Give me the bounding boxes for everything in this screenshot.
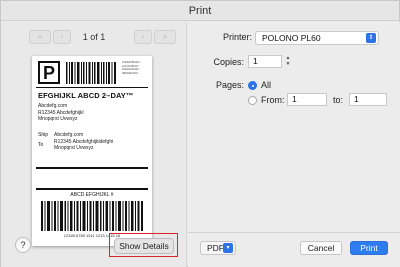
last-page-button[interactable]: » — [154, 30, 176, 44]
divider — [36, 188, 148, 190]
page-indicator: 1 of 1 — [82, 32, 106, 42]
cancel-button[interactable]: Cancel — [300, 241, 342, 255]
copies-field[interactable]: 1 — [248, 55, 282, 68]
preview-panel: « ‹ 1 of 1 › » P 1234567891011 121314151… — [1, 22, 187, 267]
pages-range-radio[interactable] — [248, 96, 257, 105]
to-address: Abcdefg.com R12345 Abcdefghijkldefghi Mn… — [54, 132, 114, 151]
print-dialog: Print « ‹ 1 of 1 › » P 1234567891011 121… — [0, 0, 400, 267]
ship-label: Ship — [38, 132, 49, 138]
double-chevron-left-icon: « — [37, 32, 43, 41]
divider — [36, 167, 148, 169]
from-address: Abcdefg.com R12345 Abcdefghijkl Mnopqrst… — [38, 103, 84, 122]
printer-label: Printer: — [222, 32, 252, 42]
chevron-updown-icon: ⇕ — [366, 33, 376, 43]
dialog-title: Print — [1, 1, 399, 21]
carrier-logo: P — [38, 61, 60, 84]
pdf-menu-button[interactable]: PDF ▾ — [200, 241, 236, 255]
show-details-button[interactable]: Show Details — [114, 238, 174, 254]
pages-label: Pages: — [215, 80, 244, 90]
printer-value: POLONO PL60 — [262, 33, 321, 43]
next-page-button[interactable]: › — [134, 30, 152, 44]
pages-to-label: to: — [333, 95, 344, 105]
copies-stepper[interactable]: ▲ ▼ — [284, 55, 292, 68]
stepper-down-icon: ▼ — [285, 61, 291, 67]
pdf-label: PDF — [207, 243, 224, 253]
chevron-down-icon: ▾ — [223, 243, 233, 253]
to-label: To — [38, 142, 44, 148]
pages-to-field[interactable]: 1 — [349, 93, 387, 106]
settings-panel: Printer: POLONO PL60 ⇕ Copies: 1 ▲ ▼ Pag… — [188, 22, 400, 267]
chevron-left-icon: ‹ — [60, 32, 64, 41]
label-header: P 1234567891011 121314151617 18192021222… — [36, 60, 148, 88]
pages-from-label: From: — [261, 95, 285, 105]
barcode-title: ABCD EFGHIJKL # — [70, 192, 114, 198]
header-barcode — [66, 62, 116, 84]
page-preview: P 1234567891011 121314151617 18192021222… — [32, 56, 152, 246]
print-button[interactable]: Print — [350, 241, 388, 255]
previous-page-button[interactable]: ‹ — [53, 30, 71, 44]
help-button[interactable]: ? — [15, 237, 31, 253]
pages-from-field[interactable]: 1 — [287, 93, 327, 106]
chevron-right-icon: › — [141, 32, 145, 41]
header-small-text: 1234567891011 121314151617 181920212223 … — [122, 61, 140, 75]
printer-select[interactable]: POLONO PL60 ⇕ — [255, 31, 379, 45]
copies-label: Copies: — [213, 57, 244, 67]
pages-all-label: All — [261, 80, 272, 90]
main-barcode — [41, 201, 143, 231]
pages-all-radio[interactable] — [248, 81, 257, 90]
footer-divider — [188, 232, 400, 233]
double-chevron-right-icon: » — [162, 32, 168, 41]
first-page-button[interactable]: « — [29, 30, 51, 44]
service-name: EFGHIJKL ABCD 2–DAY™ — [38, 91, 134, 100]
